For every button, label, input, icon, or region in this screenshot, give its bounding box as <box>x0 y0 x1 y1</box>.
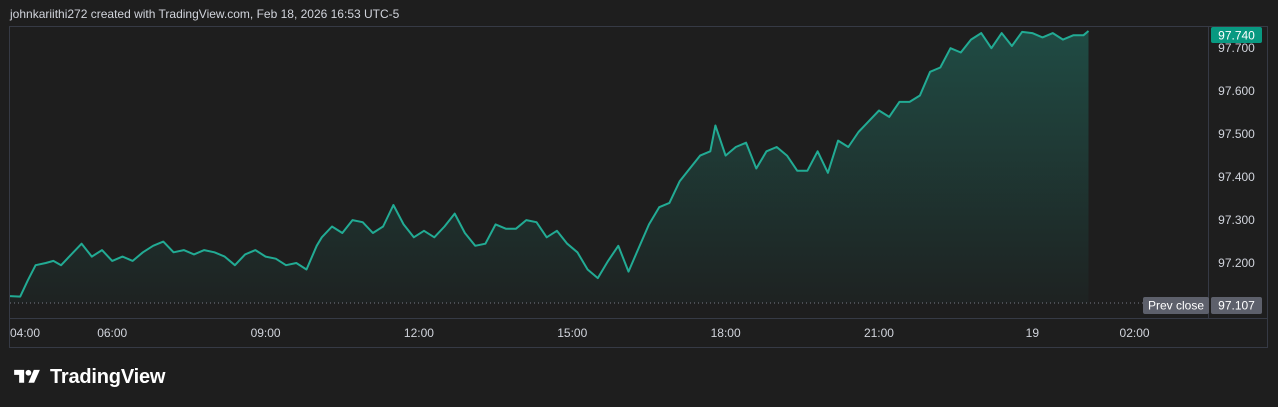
price-tick-label: 97.600 <box>1218 84 1255 98</box>
time-axis[interactable]: 04:00 06:00 09:00 12:00 15:00 18:00 21:00 19 02:… <box>10 326 1150 340</box>
last-price-label: 97.740 <box>1211 27 1262 43</box>
tradingview-logo-icon <box>14 369 40 383</box>
time-tick-label: 18:00 <box>711 326 741 340</box>
time-tick-label: 04:00 <box>10 326 40 340</box>
last-price-value: 97.740 <box>1218 29 1255 43</box>
prev-close-text: Prev close <box>1148 299 1204 313</box>
price-tick-label: 97.500 <box>1218 127 1255 141</box>
time-tick-label: 06:00 <box>97 326 127 340</box>
time-tick-label: 19 <box>1026 326 1040 340</box>
time-tick-label: 09:00 <box>251 326 281 340</box>
tradingview-wordmark: TradingView <box>50 365 166 388</box>
price-tick-label: 97.700 <box>1218 41 1255 55</box>
time-tick-label: 12:00 <box>404 326 434 340</box>
price-chart[interactable]: 97.200 97.300 97.400 97.500 97.600 97.700 04:… <box>0 0 1278 360</box>
tradingview-logo[interactable]: TradingView <box>10 364 165 390</box>
price-tick-label: 97.300 <box>1218 213 1255 227</box>
time-tick-label: 15:00 <box>557 326 587 340</box>
time-tick-label: 02:00 <box>1120 326 1150 340</box>
prev-close-value: 97.107 <box>1218 299 1255 313</box>
price-tick-label: 97.200 <box>1218 256 1255 270</box>
price-area <box>10 31 1089 303</box>
price-axis[interactable]: 97.200 97.300 97.400 97.500 97.600 97.700 <box>1218 41 1255 270</box>
prev-close-label: Prev close 97.107 <box>1143 297 1262 314</box>
time-tick-label: 21:00 <box>864 326 894 340</box>
price-area-fill <box>10 31 1089 303</box>
price-tick-label: 97.400 <box>1218 170 1255 184</box>
